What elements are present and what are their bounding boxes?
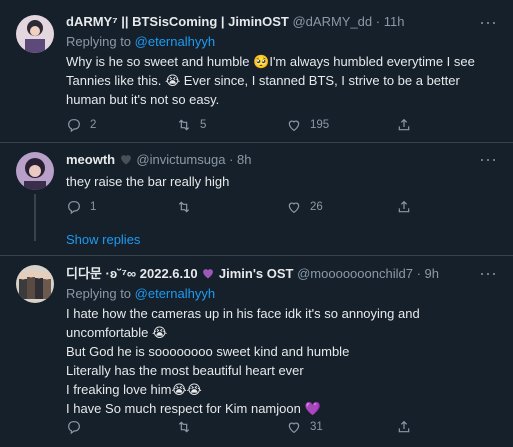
reply-count: 2 (90, 119, 97, 131)
like-count: 31 (310, 421, 323, 433)
share-button[interactable] (396, 198, 420, 216)
avatar[interactable] (16, 152, 54, 190)
heart-icon (288, 422, 300, 434)
timestamp[interactable]: 9h (425, 266, 439, 281)
heart-icon (288, 120, 300, 132)
more-icon[interactable] (479, 265, 497, 283)
separator-dot: · (375, 14, 381, 29)
timestamp[interactable]: 8h (237, 152, 251, 167)
tweet-header: 디다문 ·ʚ˘⁷∞ 2022.6.10 Jimin's OST @moooooo… (66, 265, 499, 283)
user-handle[interactable]: @dARMY_dd (292, 14, 372, 29)
tweet-line: I hate how the cameras up in his face id… (66, 306, 420, 321)
tweet-text: Why is he so sweet and humble 🥺I'm alway… (66, 52, 499, 109)
reply-button[interactable] (66, 418, 90, 436)
share-button[interactable] (396, 116, 420, 134)
tweet-line: Tannies like this. 😭 Ever since, I stann… (66, 73, 460, 88)
retweet-button[interactable]: 5 (176, 116, 206, 134)
tweet-actions: 31 (66, 418, 496, 436)
tweet-line: Why is he so sweet and humble 🥺I'm alway… (66, 54, 475, 69)
retweet-icon (178, 119, 190, 131)
share-button[interactable] (396, 418, 420, 436)
retweet-button[interactable] (176, 418, 200, 436)
tweet-line: I freaking love him😭😭 (66, 382, 202, 397)
like-button[interactable]: 26 (286, 198, 323, 216)
tweet-text: they raise the bar really high (66, 172, 499, 191)
tweet-text: I hate how the cameras up in his face id… (66, 304, 499, 418)
replying-prefix: Replying to (66, 286, 135, 301)
show-replies-link[interactable]: Show replies (66, 232, 140, 247)
like-button[interactable]: 31 (286, 418, 323, 436)
tweet-header: dARMY⁷ || BTSisComing | JiminOST @dARMY_… (66, 13, 499, 31)
share-icon (398, 118, 410, 131)
user-handle[interactable]: @invictumsuga (136, 152, 225, 167)
purple-heart-icon (203, 269, 214, 279)
reply-icon (68, 421, 80, 435)
tweet-header: meowth @invictumsuga · 8h (66, 151, 499, 169)
retweet-button[interactable] (176, 198, 200, 216)
tweet-2[interactable]: meowth @invictumsuga · 8h they raise the… (0, 143, 513, 255)
avatar[interactable] (16, 15, 54, 53)
timestamp[interactable]: 11h (384, 14, 405, 29)
more-icon[interactable] (479, 14, 497, 32)
tweet-line: Literally has the most beautiful heart e… (66, 363, 304, 378)
replying-prefix: Replying to (66, 34, 135, 49)
heart-icon (288, 202, 300, 214)
retweet-count: 5 (200, 119, 207, 131)
reply-button[interactable]: 1 (66, 198, 96, 216)
avatar[interactable] (16, 265, 54, 303)
replying-to: Replying to @eternalhyyh (66, 285, 499, 302)
tweet-line: they raise the bar really high (66, 174, 230, 189)
tweet-actions: 1 26 (66, 198, 496, 216)
like-count: 26 (310, 201, 323, 213)
tweet-line: I have So much respect for Kim namjoon 💜 (66, 401, 321, 416)
display-name-suffix[interactable]: Jimin's OST (219, 266, 294, 281)
like-count: 195 (310, 119, 330, 131)
display-name[interactable]: 디다문 ·ʚ˘⁷∞ 2022.6.10 (66, 266, 198, 281)
separator-dot: · (229, 152, 234, 167)
tweet-line: But God he is soooooooo sweet kind and h… (66, 344, 350, 359)
replying-to: Replying to @eternalhyyh (66, 33, 499, 50)
replying-to-link[interactable]: @eternalhyyh (135, 34, 215, 49)
like-button[interactable]: 195 (286, 116, 329, 134)
tweet-line: human but it's not so easy. (66, 92, 220, 107)
tweet-3[interactable]: 디다문 ·ʚ˘⁷∞ 2022.6.10 Jimin's OST @moooooo… (0, 256, 513, 447)
reply-icon (68, 201, 80, 215)
thread-line (34, 194, 36, 241)
share-icon (398, 200, 410, 213)
tweet-line: uncomfortable 😭 (66, 325, 168, 340)
tweet-actions: 2 5 195 (66, 116, 496, 134)
reply-icon (68, 119, 80, 133)
replying-to-link[interactable]: @eternalhyyh (135, 286, 215, 301)
share-icon (398, 420, 410, 433)
more-icon[interactable] (479, 151, 497, 169)
tweet-1[interactable]: dARMY⁷ || BTSisComing | JiminOST @dARMY_… (0, 0, 513, 142)
user-handle[interactable]: @mooooooonchild7 (297, 266, 413, 281)
retweet-icon (178, 421, 190, 433)
reply-button[interactable]: 2 (66, 116, 96, 134)
display-name[interactable]: dARMY⁷ || BTSisComing | JiminOST (66, 14, 289, 29)
display-name[interactable]: meowth (66, 152, 115, 167)
black-heart-icon (120, 155, 131, 165)
separator-dot: · (416, 266, 421, 281)
retweet-icon (178, 201, 190, 213)
reply-count: 1 (90, 201, 97, 213)
